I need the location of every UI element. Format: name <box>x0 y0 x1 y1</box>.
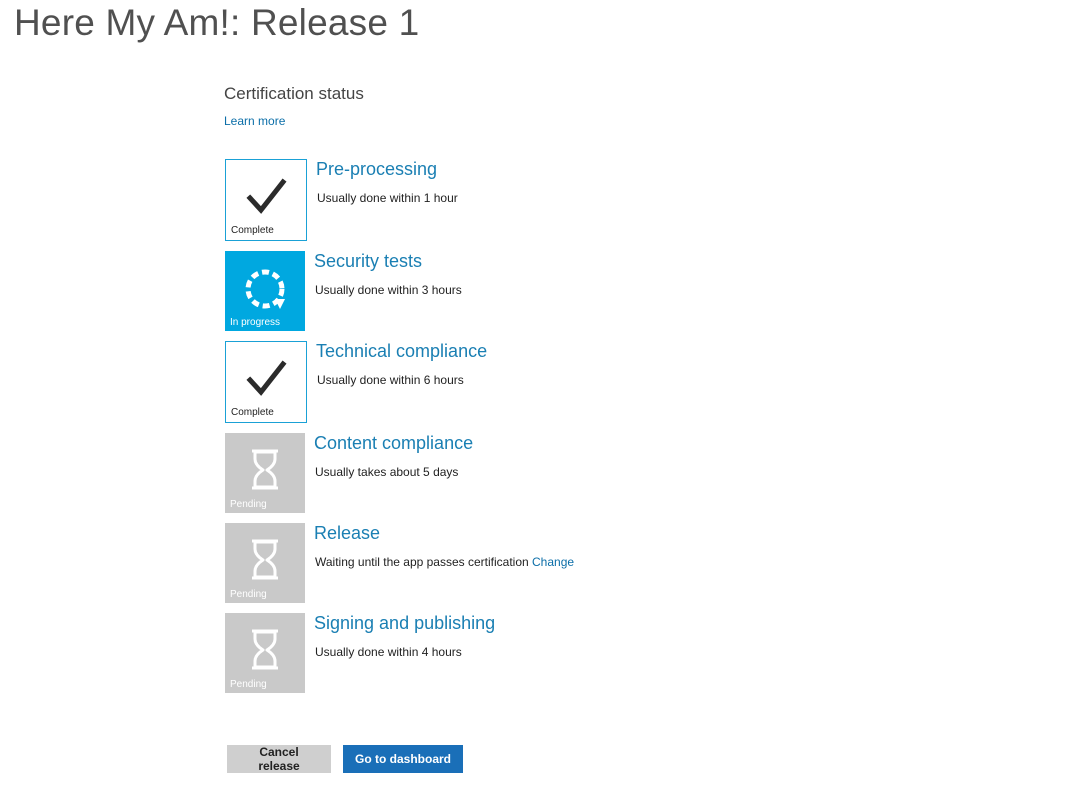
step-technical-compliance: Complete Technical compliance Usually do… <box>225 341 825 423</box>
step-description: Usually done within 1 hour <box>317 191 458 205</box>
page-title: Here My Am!: Release 1 <box>14 2 420 43</box>
step-description: Usually done within 4 hours <box>315 645 462 659</box>
learn-more-link[interactable]: Learn more <box>224 114 285 128</box>
step-name: Security tests <box>314 251 423 271</box>
status-label: Pending <box>230 679 267 690</box>
status-tile-pending: Pending <box>225 523 305 603</box>
status-tile-complete: Complete <box>225 341 307 423</box>
step-name: Pre-processing <box>316 159 438 179</box>
change-release-link[interactable]: Change <box>532 555 574 569</box>
cancel-release-button[interactable]: Cancel release <box>227 745 331 773</box>
step-description: Waiting until the app passes certificati… <box>315 555 529 569</box>
section-title: Certification status <box>224 84 364 103</box>
step-name: Signing and publishing <box>314 613 496 633</box>
step-release: Pending Release Waiting until the app pa… <box>225 523 825 605</box>
step-pre-processing: Complete Pre-processing Usually done wit… <box>225 159 825 241</box>
status-label: Complete <box>231 407 274 418</box>
certification-status-page: Here My Am!: Release 1 Certification sta… <box>0 0 1084 789</box>
step-name: Technical compliance <box>316 341 488 361</box>
step-description-row: Waiting until the app passes certificati… <box>315 555 574 569</box>
step-description: Usually done within 6 hours <box>317 373 464 387</box>
status-tile-complete: Complete <box>225 159 307 241</box>
status-tile-in-progress: In progress <box>225 251 305 331</box>
step-name: Release <box>314 523 381 543</box>
step-name: Content compliance <box>314 433 474 453</box>
step-description: Usually takes about 5 days <box>315 465 459 479</box>
step-security-tests: In progress Security tests Usually done … <box>225 251 825 333</box>
status-label: Complete <box>231 225 274 236</box>
step-description: Usually done within 3 hours <box>315 283 462 297</box>
status-tile-pending: Pending <box>225 613 305 693</box>
step-signing-publishing: Pending Signing and publishing Usually d… <box>225 613 825 695</box>
status-label: Pending <box>230 499 267 510</box>
status-label: In progress <box>230 317 281 328</box>
step-content-compliance: Pending Content compliance Usually takes… <box>225 433 825 515</box>
status-tile-pending: Pending <box>225 433 305 513</box>
go-to-dashboard-button[interactable]: Go to dashboard <box>343 745 463 773</box>
status-label: Pending <box>230 589 267 600</box>
